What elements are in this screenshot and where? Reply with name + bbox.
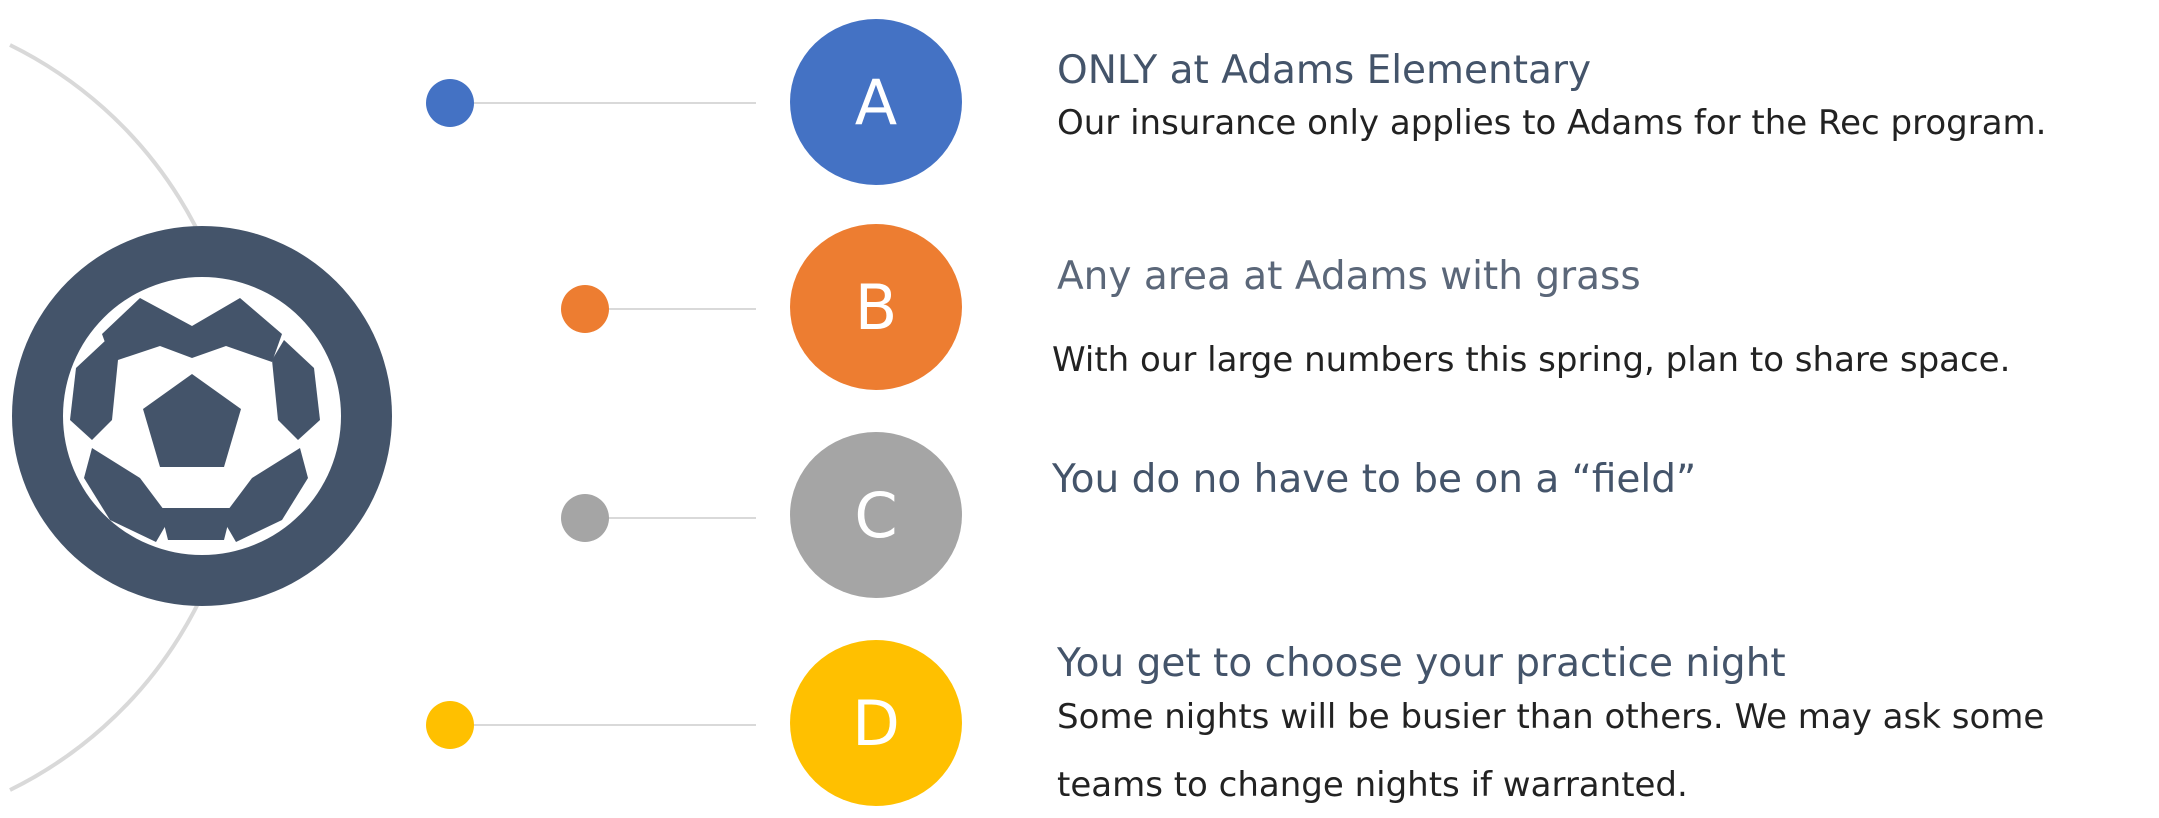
node-d	[426, 701, 474, 749]
badge-b: B	[790, 224, 962, 390]
item-b-title: Any area at Adams with grass	[1057, 254, 1641, 299]
badge-d: D	[790, 640, 962, 806]
badge-c: C	[790, 432, 962, 598]
badge-a-letter: A	[854, 65, 898, 139]
item-b-description: With our large numbers this spring, plan…	[1052, 340, 2011, 380]
item-c-title: You do no have to be on a “field”	[1052, 457, 1697, 502]
soccer-ball-icon	[12, 226, 392, 606]
badge-b-letter: B	[854, 270, 898, 344]
diagram: A B C D ONLY at Adams Elementary Our ins…	[0, 0, 2159, 818]
badge-c-letter: C	[854, 478, 898, 552]
badge-a: A	[790, 19, 962, 185]
item-d-description-line1: Some nights will be busier than others. …	[1057, 697, 2045, 737]
badge-d-letter: D	[852, 686, 900, 760]
node-a	[426, 79, 474, 127]
node-c	[561, 494, 609, 542]
item-d-description-line2: teams to change nights if warranted.	[1057, 765, 1688, 805]
item-d-title: You get to choose your practice night	[1057, 641, 1786, 686]
node-b	[561, 285, 609, 333]
item-a-description: Our insurance only applies to Adams for …	[1057, 103, 2047, 143]
item-a-title: ONLY at Adams Elementary	[1057, 48, 1592, 93]
